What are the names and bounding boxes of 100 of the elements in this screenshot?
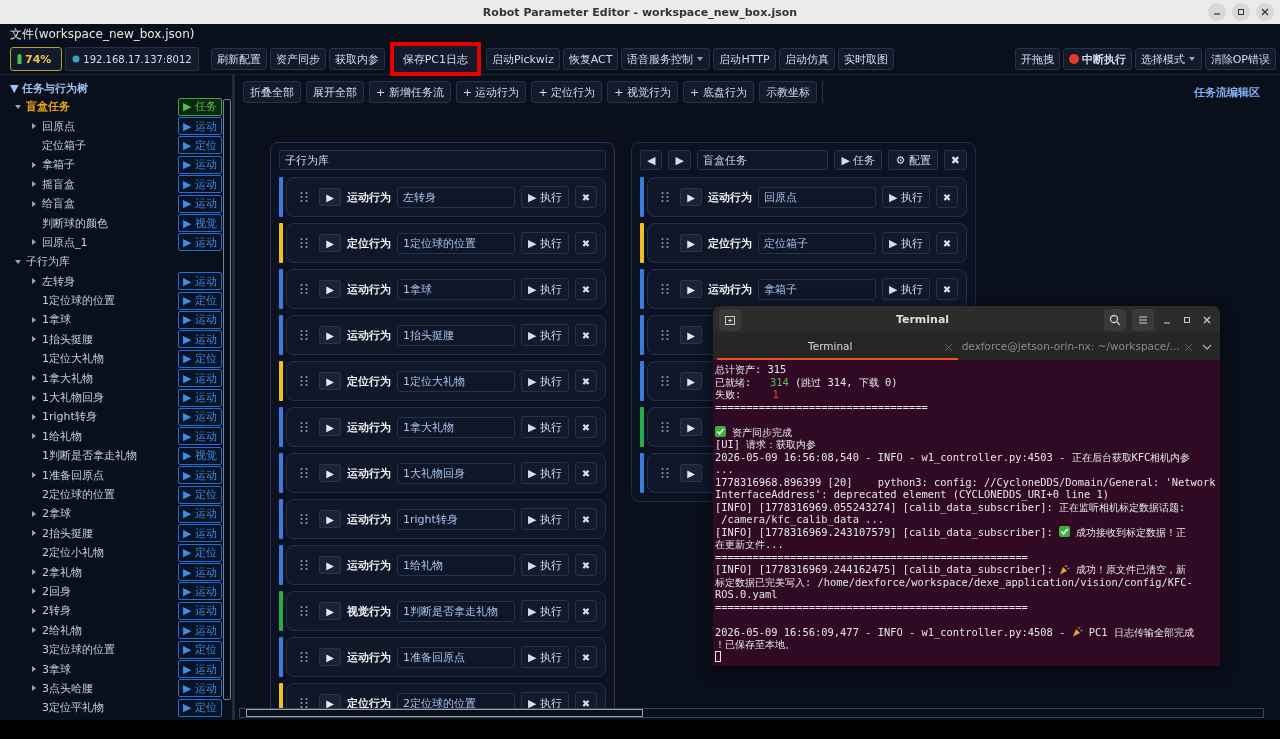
tag-button[interactable]: ▶ 定位 xyxy=(178,291,222,310)
toolbar-button[interactable]: 清除OP错误 xyxy=(1204,48,1276,70)
caret-icon[interactable] xyxy=(30,374,38,383)
flow-button[interactable]: ⚙ 配置 xyxy=(888,150,938,170)
close-tab-icon[interactable] xyxy=(944,344,952,352)
next-button[interactable]: ▶ xyxy=(668,150,691,170)
tag-button[interactable]: ▶ 运动 xyxy=(178,407,222,426)
close-button[interactable]: ✖ xyxy=(943,150,967,170)
drag-handle-icon[interactable] xyxy=(299,329,309,341)
toolbar-button[interactable]: 资产同步 xyxy=(269,48,326,70)
terminal-tab[interactable]: Terminal xyxy=(717,333,958,360)
tag-button[interactable]: ▶ 运动 xyxy=(178,175,222,194)
tree-item[interactable]: 2抬头挺腰 xyxy=(42,525,178,541)
drag-handle-icon[interactable] xyxy=(299,651,309,663)
tree-item[interactable]: 回原点 xyxy=(42,118,178,134)
drag-handle-icon[interactable] xyxy=(299,697,309,708)
toolbar-button[interactable]: 恢复ACT xyxy=(562,48,619,70)
delete-button[interactable]: ✖ xyxy=(575,278,597,300)
toolbar-button[interactable]: 选择模式 xyxy=(1134,48,1202,70)
caret-icon[interactable] xyxy=(30,316,38,324)
action-button[interactable]: + 底盘行为 xyxy=(682,81,754,103)
execute-button[interactable]: ▶ 执行 xyxy=(882,232,930,254)
action-button[interactable]: + 视觉行为 xyxy=(607,81,678,103)
drag-handle-icon[interactable] xyxy=(299,559,309,571)
name-field[interactable]: 2定位球的位置 xyxy=(397,692,516,708)
caret-icon[interactable] xyxy=(30,684,38,693)
name-field[interactable]: 1定位大礼物 xyxy=(397,370,516,392)
close-tab-icon[interactable] xyxy=(1185,344,1192,352)
maximize-button[interactable] xyxy=(1232,3,1250,21)
flow-name-field[interactable]: 子行为库 xyxy=(279,150,606,170)
caret-icon[interactable] xyxy=(14,102,22,111)
file-menu[interactable]: 文件(workspace_new_box.json) xyxy=(10,25,195,43)
execute-button[interactable]: ▶ 执行 xyxy=(882,278,930,300)
tag-button[interactable]: ▶ 视觉 xyxy=(178,446,222,465)
tree-item[interactable]: 1拿大礼物 xyxy=(42,370,178,386)
play-button[interactable]: ▶ xyxy=(680,326,702,344)
delete-button[interactable]: ✖ xyxy=(575,324,597,346)
tree-item[interactable]: 2定位球的位置 xyxy=(42,487,178,502)
tree-item[interactable]: 子行为库 xyxy=(26,254,222,270)
name-field[interactable]: 1给礼物 xyxy=(397,554,516,576)
toolbar-button[interactable]: 刷新配置 xyxy=(210,48,267,70)
toolbar-button[interactable]: 启动仿真 xyxy=(778,48,835,70)
caret-icon[interactable] xyxy=(30,432,38,441)
play-button[interactable]: ▶ xyxy=(680,418,702,436)
toolbar-button[interactable]: 启动Pickwiz xyxy=(486,48,560,70)
tree-item[interactable]: 3定位球的位置 xyxy=(42,642,178,658)
tree-item[interactable]: 2拿礼物 xyxy=(42,564,178,580)
execute-button[interactable]: ▶ 执行 xyxy=(882,186,930,208)
tree-item[interactable]: 1定位大礼物 xyxy=(42,351,178,367)
name-field[interactable]: 1拿球 xyxy=(397,278,516,300)
execute-button[interactable]: ▶ 执行 xyxy=(521,462,569,484)
action-button[interactable]: 展开全部 xyxy=(306,81,364,103)
drag-handle-icon[interactable] xyxy=(299,513,309,525)
play-button[interactable]: ▶ xyxy=(319,694,341,708)
drag-handle-icon[interactable] xyxy=(299,467,309,479)
delete-button[interactable]: ✖ xyxy=(575,646,597,668)
tree-item[interactable]: 1判断是否拿走礼物 xyxy=(42,448,178,464)
caret-icon[interactable] xyxy=(30,180,38,189)
delete-button[interactable]: ✖ xyxy=(575,508,597,530)
name-field[interactable]: 定位箱子 xyxy=(758,232,877,254)
scrollbar[interactable] xyxy=(239,708,1264,718)
play-button[interactable]: ▶ xyxy=(319,510,341,528)
drag-handle-icon[interactable] xyxy=(660,283,670,295)
caret-icon[interactable] xyxy=(30,665,38,673)
play-button[interactable]: ▶ xyxy=(680,234,702,252)
execute-button[interactable]: ▶ 执行 xyxy=(521,186,569,208)
toolbar-button[interactable]: 语音服务控制 xyxy=(621,48,711,70)
tag-button[interactable]: ▶ 运动 xyxy=(178,388,222,407)
tag-button[interactable]: ▶ 运动 xyxy=(178,601,222,620)
play-button[interactable]: ▶ xyxy=(319,602,341,620)
toolbar-button[interactable]: 保存PC1日志 xyxy=(389,42,481,76)
drag-handle-icon[interactable] xyxy=(299,375,309,387)
tag-button[interactable]: ▶ 运动 xyxy=(178,311,222,329)
name-field[interactable]: 回原点 xyxy=(758,186,877,208)
flow-name-field[interactable]: 盲盒任务 xyxy=(696,150,829,170)
search-button[interactable] xyxy=(1104,308,1126,331)
tag-button[interactable]: ▶ 任务 xyxy=(178,97,222,116)
drag-handle-icon[interactable] xyxy=(299,283,309,295)
action-button[interactable]: + 定位行为 xyxy=(531,81,603,103)
tag-button[interactable]: ▶ 运动 xyxy=(178,660,222,678)
action-button[interactable]: 折叠全部 xyxy=(243,81,301,103)
delete-button[interactable]: ✖ xyxy=(575,370,597,392)
caret-icon[interactable] xyxy=(30,626,38,635)
tree-item[interactable]: 定位箱子 xyxy=(42,137,178,153)
execute-button[interactable]: ▶ 执行 xyxy=(521,278,569,300)
name-field[interactable]: 1right转身 xyxy=(397,508,516,530)
tree-item[interactable]: 回原点_1 xyxy=(42,234,178,250)
play-button[interactable]: ▶ xyxy=(319,464,341,482)
caret-icon[interactable] xyxy=(30,238,38,247)
execute-button[interactable]: ▶ 执行 xyxy=(521,324,569,346)
delete-button[interactable]: ✖ xyxy=(575,232,597,254)
tag-button[interactable]: ▶ 运动 xyxy=(178,369,222,388)
flow-button[interactable]: ▶ 任务 xyxy=(834,150,883,170)
name-field[interactable]: 1判断是否拿走礼物 xyxy=(397,600,516,622)
name-field[interactable]: 1定位球的位置 xyxy=(397,232,516,254)
tag-button[interactable]: ▶ 运动 xyxy=(178,233,222,252)
toolbar-button[interactable]: 启动HTTP xyxy=(713,48,776,70)
close-button[interactable] xyxy=(1256,3,1274,21)
drag-handle-icon[interactable] xyxy=(660,237,670,249)
tag-button[interactable]: ▶ 定位 xyxy=(178,136,222,155)
